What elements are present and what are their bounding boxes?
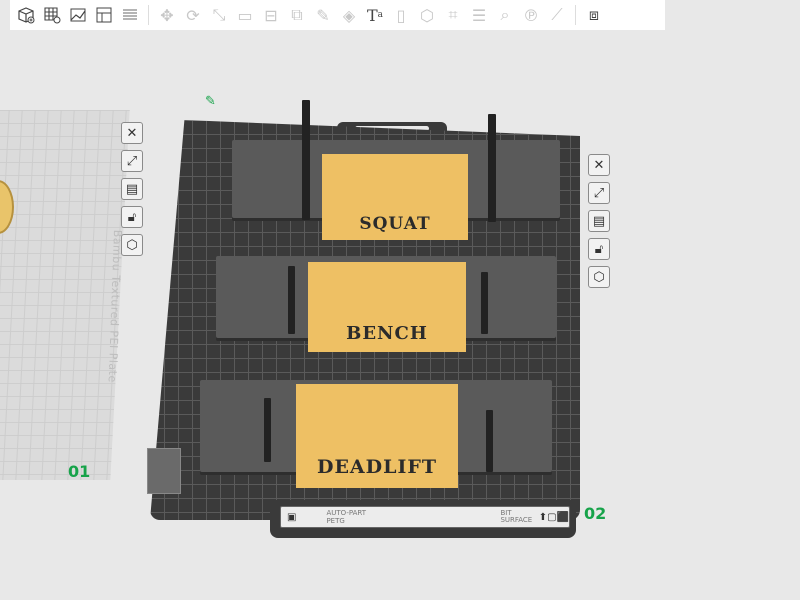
- plate-label-02: 02: [584, 504, 607, 523]
- search-p-icon[interactable]: ℗: [519, 3, 543, 27]
- stack-icon[interactable]: ☰: [467, 3, 491, 27]
- deadlift-panel[interactable]: DEADLIFT: [296, 384, 458, 488]
- plate-corner-marker: [147, 448, 181, 494]
- bench-label: BENCH: [346, 323, 428, 344]
- assembly-view-icon[interactable]: ⧈: [582, 3, 606, 27]
- squat-label: SQUAT: [359, 214, 431, 234]
- close-icon[interactable]: ✕: [588, 154, 610, 176]
- toolbar-separator: [148, 5, 149, 25]
- bench-panel[interactable]: BENCH: [308, 262, 466, 352]
- auto-orient-icon[interactable]: ⤢: [588, 182, 610, 204]
- add-grid-icon[interactable]: [40, 3, 64, 27]
- color-paint-icon[interactable]: ◈: [337, 3, 361, 27]
- arrange-icon[interactable]: ▤: [588, 210, 610, 232]
- squat-panel[interactable]: SQUAT: [322, 154, 468, 240]
- plate-01-tools: ✕ ⤢ ▤ 🔓︎ ⬡: [121, 122, 143, 256]
- settings-icon[interactable]: ⬡: [121, 234, 143, 256]
- auto-orient-icon[interactable]: ⤢: [121, 150, 143, 172]
- settings-icon[interactable]: ⬡: [588, 266, 610, 288]
- measure-icon[interactable]: ⌗: [441, 3, 465, 27]
- slot-icon[interactable]: ▯: [389, 3, 413, 27]
- toolbar-separator: [575, 5, 576, 25]
- label-strip-text-1: AUTO-PART PETG: [326, 509, 367, 525]
- edit-plate-name-icon[interactable]: ✎: [205, 94, 216, 109]
- support-paint-icon[interactable]: ✎: [311, 3, 335, 27]
- deadlift-post-right[interactable]: [486, 410, 493, 472]
- move-icon[interactable]: ✥: [155, 3, 179, 27]
- boolean-icon[interactable]: ⧉: [285, 3, 309, 27]
- viewport-3d[interactable]: 01 ✕ ⤢ ▤ 🔓︎ ⬡ ✎ Bambu Textured PEI Plate…: [0, 30, 800, 600]
- layers-icon[interactable]: [118, 3, 142, 27]
- assembly-icon[interactable]: ⬡: [415, 3, 439, 27]
- bench-post-left[interactable]: [288, 266, 295, 334]
- arrange-icon[interactable]: ▤: [121, 178, 143, 200]
- label-strip-text-2: BIT SURFACE: [500, 509, 533, 524]
- deadlift-post-left[interactable]: [264, 398, 271, 462]
- add-cube-icon[interactable]: [14, 3, 38, 27]
- search-q-icon[interactable]: ⌕: [493, 3, 517, 27]
- auto-orient-icon[interactable]: [66, 3, 90, 27]
- scale-icon[interactable]: ⤡: [207, 3, 231, 27]
- top-toolbar: ✥ ⟳ ⤡ ▭ ⊟ ⧉ ✎ ◈ Ta ▯ ⬡ ⌗ ☰ ⌕ ℗ ⟋ ⧈: [10, 0, 665, 30]
- lock-icon[interactable]: 🔓︎: [588, 238, 610, 260]
- plate-label-01: 01: [68, 462, 91, 481]
- arrange-icon[interactable]: [92, 3, 116, 27]
- bench-post-right[interactable]: [481, 272, 488, 334]
- text-icon[interactable]: Ta: [363, 3, 387, 27]
- deadlift-label: DEADLIFT: [316, 456, 438, 478]
- cut-icon[interactable]: ⊟: [259, 3, 283, 27]
- close-icon[interactable]: ✕: [121, 122, 143, 144]
- squat-post-right[interactable]: [488, 114, 496, 222]
- plate-02-tools: ✕ ⤢ ▤ 🔓︎ ⬡: [588, 154, 610, 288]
- squat-post-left[interactable]: [302, 100, 310, 220]
- strip-action-icons: ⬆▢⬛: [538, 511, 569, 523]
- ruler-icon[interactable]: ⟋: [545, 3, 569, 27]
- lay-on-face-icon[interactable]: ▭: [233, 3, 257, 27]
- plate-label-strip: ▣ AUTO-PART PETG BIT SURFACE ⬆▢⬛: [280, 506, 570, 528]
- plate-type-icon: ▣: [287, 511, 297, 523]
- rotate-icon[interactable]: ⟳: [181, 3, 205, 27]
- lock-icon[interactable]: 🔓︎: [121, 206, 143, 228]
